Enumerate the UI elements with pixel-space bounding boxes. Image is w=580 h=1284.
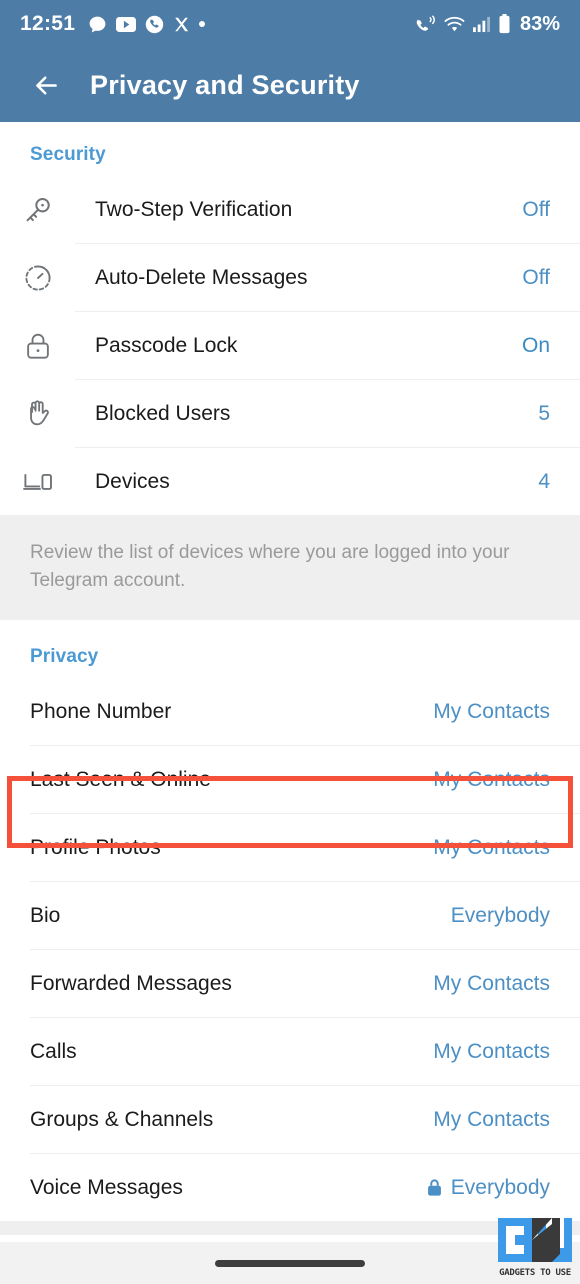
battery-icon (499, 14, 510, 34)
row-profile-photos[interactable]: Profile Photos My Contacts (0, 814, 580, 882)
row-value: My Contacts (433, 1039, 550, 1063)
row-forwarded-messages[interactable]: Forwarded Messages My Contacts (0, 950, 580, 1018)
hand-icon (0, 397, 75, 430)
row-label: Bio (30, 903, 61, 927)
phone-circle-icon (146, 15, 164, 33)
row-bio[interactable]: Bio Everybody (0, 882, 580, 950)
phone-wifi-calling-icon (416, 14, 435, 31)
section-header-privacy: Privacy (30, 646, 99, 668)
dot-icon (199, 21, 206, 27)
row-value: My Contacts (433, 699, 550, 723)
lock-icon (0, 330, 75, 362)
row-voice-messages[interactable]: Voice Messages Everybody (0, 1154, 580, 1222)
row-label: Phone Number (30, 699, 172, 723)
row-devices[interactable]: Devices 4 (0, 448, 580, 515)
gadgets-to-use-logo-icon (498, 1218, 572, 1262)
watermark-text: GADGETS TO USE (499, 1268, 571, 1278)
row-label: Forwarded Messages (30, 971, 232, 995)
youtube-icon (116, 16, 137, 32)
back-button[interactable] (24, 63, 68, 107)
status-bar-system-icons: 83% (415, 13, 560, 36)
row-auto-delete-messages[interactable]: Auto-Delete Messages Off (0, 244, 580, 311)
page-title: Privacy and Security (90, 69, 360, 100)
arrow-left-icon (35, 75, 57, 95)
status-bar-notification-icons (88, 15, 206, 34)
row-value: Off (522, 197, 550, 221)
phone-screen: 12:51 83% Privacy and Security Security (0, 0, 580, 1284)
premium-lock-icon (427, 1179, 441, 1196)
row-calls[interactable]: Calls My Contacts (0, 1018, 580, 1086)
row-value: Everybody (426, 1176, 580, 1200)
row-label: Passcode Lock (95, 333, 238, 357)
status-bar: 12:51 83% (0, 0, 580, 48)
row-label: Groups & Channels (30, 1107, 214, 1131)
watermark-logo: GADGETS TO USE (494, 1218, 576, 1278)
status-bar-clock: 12:51 (20, 12, 76, 35)
row-value-text: Everybody (450, 1175, 550, 1199)
row-value: My Contacts (433, 1107, 550, 1131)
row-label: Last Seen & Online (30, 767, 211, 791)
row-value: 5 (538, 401, 550, 425)
row-value: My Contacts (433, 767, 550, 791)
devices-icon (0, 465, 75, 498)
row-label: Calls (30, 1039, 77, 1063)
row-two-step-verification[interactable]: Two-Step Verification Off (0, 176, 580, 243)
row-label: Blocked Users (95, 401, 231, 425)
wifi-icon (444, 16, 465, 31)
row-value: Everybody (450, 903, 550, 927)
section-header-security: Security (30, 144, 106, 165)
row-last-seen-online[interactable]: Last Seen & Online My Contacts (0, 746, 580, 814)
row-groups-and-channels[interactable]: Groups & Channels My Contacts (0, 1086, 580, 1154)
row-label: Two-Step Verification (95, 197, 293, 221)
devices-note: Review the list of devices where you are… (0, 515, 580, 621)
x-twitter-icon (175, 17, 189, 31)
row-phone-number[interactable]: Phone Number My Contacts (0, 678, 580, 746)
row-label: Devices (95, 469, 170, 493)
row-label: Profile Photos (30, 835, 161, 859)
app-bar: Privacy and Security (0, 48, 580, 122)
chat-bubble-icon (89, 16, 106, 32)
key-icon (0, 193, 75, 227)
system-navigation-bar (0, 1242, 580, 1284)
battery-percentage: 83% (519, 12, 560, 35)
home-gesture-pill[interactable] (215, 1259, 365, 1267)
timer-icon (0, 262, 75, 294)
section-gap (0, 1221, 580, 1236)
row-value: On (521, 333, 550, 357)
row-value: 4 (538, 469, 550, 493)
settings-content: Security Two-Step Verification Off Auto-… (0, 122, 580, 1284)
row-blocked-users[interactable]: Blocked Users 5 (0, 380, 580, 447)
row-label: Voice Messages (30, 1175, 183, 1199)
row-passcode-lock[interactable]: Passcode Lock On (0, 312, 580, 379)
devices-note-text: Review the list of devices where you are… (30, 542, 510, 591)
row-value: My Contacts (433, 971, 550, 995)
row-value: Off (522, 265, 550, 289)
row-label: Auto-Delete Messages (95, 265, 308, 289)
cellular-signal-icon (472, 16, 490, 32)
row-value: My Contacts (433, 835, 550, 859)
